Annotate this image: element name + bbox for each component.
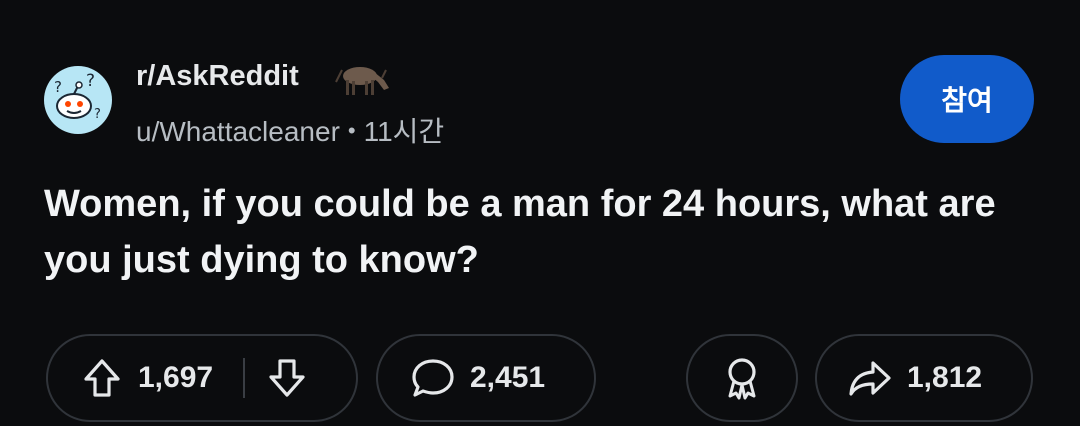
- donkey-flair-icon: [335, 67, 389, 95]
- award-ribbon-icon: [720, 355, 764, 401]
- askreddit-snoo-icon: ? ? ?: [54, 71, 101, 122]
- comment-bubble-icon: [410, 356, 456, 400]
- share-arrow-icon: [847, 357, 893, 399]
- join-button[interactable]: 참여: [900, 55, 1034, 143]
- upvote-arrow-icon[interactable]: [82, 357, 122, 399]
- share-button[interactable]: 1,812: [815, 334, 1033, 422]
- subreddit-avatar[interactable]: ? ? ?: [44, 66, 112, 134]
- post-title[interactable]: Women, if you could be a man for 24 hour…: [44, 176, 1044, 288]
- upvote-count: 1,697: [138, 361, 214, 394]
- svg-text:?: ?: [86, 71, 95, 91]
- downvote-arrow-icon[interactable]: [267, 357, 307, 399]
- share-count: 1,812: [907, 361, 983, 394]
- vote-divider: [243, 358, 246, 398]
- subreddit-name[interactable]: r/AskReddit: [136, 60, 299, 93]
- meta-separator: •: [347, 118, 356, 143]
- award-button[interactable]: [686, 334, 798, 422]
- svg-text:?: ?: [94, 107, 101, 122]
- author-name[interactable]: u/Whattacleaner: [136, 116, 340, 147]
- vote-bar: 1,697: [46, 334, 358, 422]
- comment-button[interactable]: 2,451: [376, 334, 596, 422]
- svg-text:?: ?: [54, 78, 62, 96]
- post-meta: u/Whattacleaner • 11시간: [136, 110, 444, 150]
- comment-count: 2,451: [470, 361, 546, 394]
- post-time: 11시간: [363, 116, 445, 147]
